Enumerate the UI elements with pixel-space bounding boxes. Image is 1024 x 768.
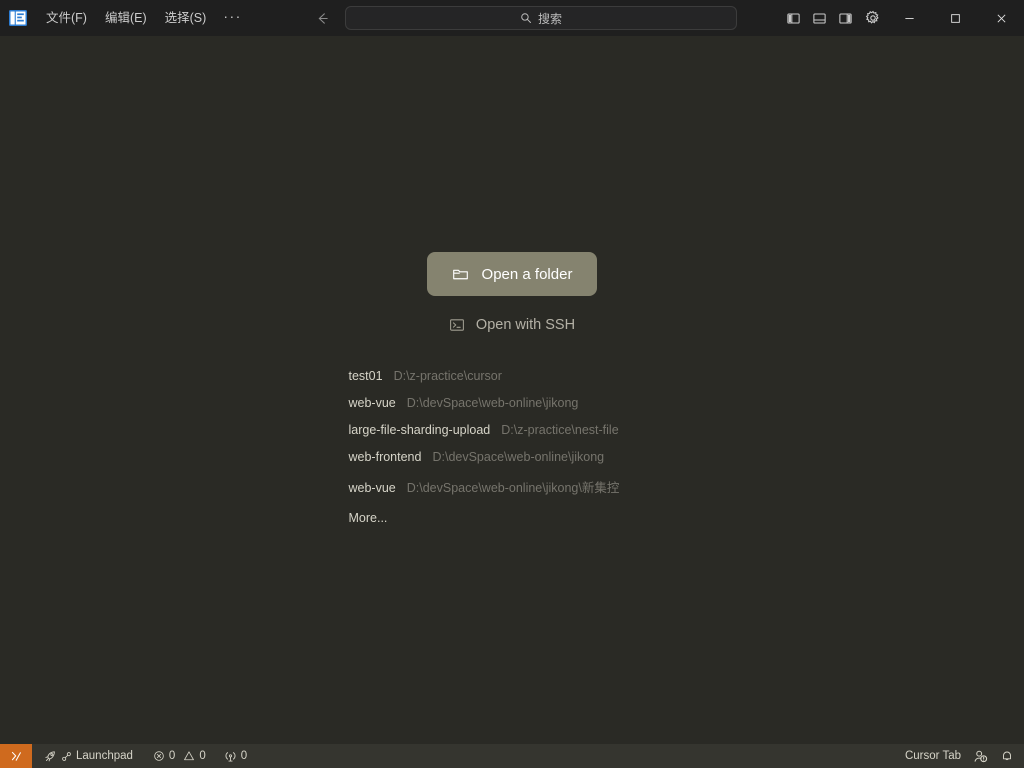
- list-item[interactable]: web-vue D:\devSpace\web-online\jikong\新集…: [349, 477, 620, 504]
- welcome-screen: Open a folder Open with SSH test01 D:\z-…: [0, 252, 1024, 531]
- recent-projects-list: test01 D:\z-practice\cursor web-vue D:\d…: [349, 369, 679, 531]
- link-icon: [62, 751, 71, 761]
- list-item[interactable]: web-frontend D:\devSpace\web-online\jiko…: [349, 450, 605, 477]
- cursor-tab-button[interactable]: Cursor Tab: [899, 744, 967, 768]
- remote-window-icon: [11, 751, 21, 761]
- application-window: 文件(F) 编辑(E) 选择(S) ··· 搜索 Open a folder O…: [0, 0, 1024, 768]
- layout-sidebar-right-icon: [838, 12, 852, 24]
- open-folder-button[interactable]: Open a folder: [427, 252, 597, 296]
- go-back-button[interactable]: [312, 7, 334, 29]
- recent-project-path: D:\z-practice\nest-file: [501, 423, 619, 437]
- account-button[interactable]: [967, 744, 994, 768]
- arrow-left-icon: [319, 12, 329, 24]
- recent-project-path: D:\devSpace\web-online\jikong\新集控: [406, 481, 620, 495]
- recent-project-name: large-file-sharding-upload: [348, 423, 491, 437]
- launchpad-label: Launchpad: [76, 750, 133, 762]
- list-item[interactable]: web-vue D:\devSpace\web-online\jikong: [349, 396, 579, 423]
- app-logo-icon: [9, 10, 27, 26]
- open-with-ssh-button[interactable]: Open with SSH: [449, 314, 575, 336]
- recent-project-path: D:\z-practice\cursor: [393, 369, 502, 383]
- search-input[interactable]: 搜索: [345, 6, 737, 30]
- title-bar-right-controls: [780, 0, 1024, 36]
- recent-project-name: web-vue: [348, 396, 396, 410]
- list-item[interactable]: large-file-sharding-upload D:\z-practice…: [349, 423, 619, 450]
- warning-triangle-icon: [184, 751, 195, 761]
- search-icon: [521, 13, 531, 23]
- minimize-button[interactable]: [886, 0, 932, 36]
- folder-icon: [452, 269, 468, 279]
- close-icon: [997, 14, 1005, 22]
- menu-overflow-button[interactable]: ···: [215, 7, 250, 29]
- menu-file[interactable]: 文件(F): [37, 6, 96, 30]
- terminal-icon: [449, 319, 464, 331]
- recent-project-name: web-vue: [348, 481, 396, 495]
- title-bar: 文件(F) 编辑(E) 选择(S) ··· 搜索: [0, 0, 1024, 36]
- layout-sidebar-left-icon: [786, 12, 800, 24]
- error-circle-icon: [154, 751, 164, 761]
- ports-button[interactable]: 0: [218, 744, 253, 768]
- account-icon: [974, 750, 988, 762]
- recent-project-name: test01: [348, 369, 383, 383]
- toggle-primary-sidebar[interactable]: [780, 5, 806, 31]
- problems-button[interactable]: 0 0: [147, 744, 212, 768]
- maximize-icon: [950, 13, 960, 23]
- bell-icon: [1003, 751, 1011, 761]
- status-bar: Launchpad 0 0 0 Cursor Tab: [0, 744, 1024, 768]
- close-button[interactable]: [978, 0, 1024, 36]
- radio-tower-icon: [225, 751, 236, 761]
- menu-selection[interactable]: 选择(S): [156, 6, 216, 30]
- open-with-ssh-label: Open with SSH: [475, 317, 576, 333]
- editor-area: Open a folder Open with SSH test01 D:\z-…: [0, 36, 1024, 744]
- notifications-button[interactable]: [994, 744, 1024, 768]
- list-item[interactable]: test01 D:\z-practice\cursor: [349, 369, 502, 396]
- recent-project-name: web-frontend: [348, 450, 422, 464]
- status-bar-right: Cursor Tab: [899, 744, 1024, 768]
- manage-settings-button[interactable]: [860, 5, 886, 31]
- minimize-icon: [904, 17, 914, 19]
- show-more-recents-button[interactable]: More...: [349, 504, 388, 531]
- launchpad-button[interactable]: Launchpad: [38, 744, 139, 768]
- remote-host-button[interactable]: [0, 744, 32, 768]
- gear-icon: [865, 10, 879, 24]
- toggle-secondary-sidebar[interactable]: [832, 5, 858, 31]
- ports-count: 0: [240, 750, 248, 762]
- toggle-panel[interactable]: [806, 5, 832, 31]
- layout-panel-bottom-icon: [812, 12, 826, 24]
- recent-project-path: D:\devSpace\web-online\jikong: [432, 450, 605, 464]
- recent-project-path: D:\devSpace\web-online\jikong: [406, 396, 579, 410]
- warning-count: 0: [199, 750, 206, 762]
- cursor-tab-label: Cursor Tab: [904, 750, 961, 762]
- maximize-button[interactable]: [932, 0, 978, 36]
- rocket-icon: [45, 750, 55, 761]
- open-folder-label: Open a folder: [481, 265, 573, 283]
- search-placeholder: 搜索: [537, 11, 562, 26]
- menu-edit[interactable]: 编辑(E): [96, 6, 156, 30]
- menu-bar: 文件(F) 编辑(E) 选择(S) ···: [37, 0, 250, 36]
- error-count: 0: [168, 750, 176, 762]
